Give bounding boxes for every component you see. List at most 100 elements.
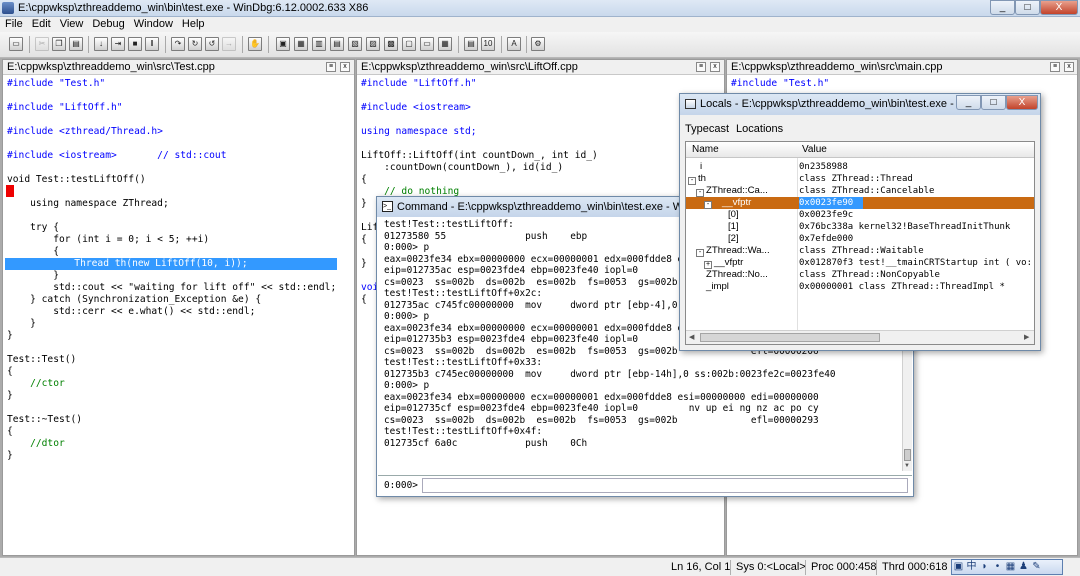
- locals-maximize-button[interactable]: □: [981, 95, 1006, 110]
- locals-close-button[interactable]: X: [1006, 95, 1038, 110]
- collapse-icon[interactable]: -: [688, 177, 696, 185]
- table-row-selected[interactable]: - __vfptr 0x0023fe90: [686, 197, 1034, 209]
- run-to-cursor-icon[interactable]: →: [222, 37, 236, 51]
- ime-chinese-icon[interactable]: 中: [965, 560, 978, 574]
- font-icon[interactable]: A: [507, 37, 521, 51]
- table-row[interactable]: ZThread::No... class ZThread::NonCopyable: [686, 269, 1034, 281]
- open-folder-icon[interactable]: ▭: [9, 37, 23, 51]
- menu-file[interactable]: File: [0, 17, 27, 30]
- table-row[interactable]: - th class ZThread::Thread: [686, 173, 1034, 185]
- ime-user-icon[interactable]: ♟: [1017, 560, 1030, 574]
- collapse-icon[interactable]: -: [704, 201, 712, 209]
- copy-icon[interactable]: ❐: [52, 37, 66, 51]
- table-row[interactable]: [2] 0x7efde000: [686, 233, 1034, 245]
- table-row[interactable]: - ZThread::Ca... class ZThread::Cancelable: [686, 185, 1034, 197]
- step-out-icon[interactable]: ↺: [205, 37, 219, 51]
- table-row[interactable]: [1] 0x76bc338a kernel32!BaseThreadInitThu…: [686, 221, 1034, 233]
- status-sys: Sys 0:<Local>: [736, 561, 806, 573]
- status-bar: Ln 16, Col 1 Sys 0:<Local> Proc 000:458 …: [0, 557, 1080, 576]
- command-prompt-bar: 0:000>: [378, 475, 912, 495]
- stop-debugging-icon[interactable]: ■: [128, 37, 142, 51]
- locals-horizontal-scrollbar[interactable]: ◀ ▶: [686, 330, 1034, 344]
- menu-debug[interactable]: Debug: [87, 17, 128, 30]
- collapse-icon[interactable]: -: [696, 249, 704, 257]
- toolbar: ▭ ✂ ❐ ▤ ↓ ⇥ ■ ‖ ↷ ↻ ↺ → ✋ ▣ ▦ ▥ ▤ ▧ ▨ ▩ …: [0, 32, 1080, 58]
- hex-mode-icon[interactable]: 10: [481, 37, 495, 51]
- pane-header: E:\cppwksp\zthreaddemo_win\src\Test.cpp …: [3, 60, 354, 75]
- pane-menu-icon[interactable]: ≡: [326, 62, 336, 72]
- table-row[interactable]: + __vfptr 0x012870f3 test!__tmainCRTStartu…: [686, 257, 1034, 269]
- cut-icon[interactable]: ✂: [35, 37, 49, 51]
- disassembly-icon[interactable]: ▩: [384, 37, 398, 51]
- name-column-header[interactable]: Name: [692, 144, 719, 155]
- table-row[interactable]: - ZThread::Wa... class ZThread::Waitable: [686, 245, 1034, 257]
- highlighted-line[interactable]: Thread th(new LiftOff(10, i));: [5, 258, 337, 270]
- locals-window-icon[interactable]: ▥: [312, 37, 326, 51]
- command-prompt-icon: >_: [382, 201, 393, 212]
- status-proc: Proc 000:458: [811, 561, 877, 573]
- output-line: test!Test::testLiftOff+0x33:: [384, 357, 543, 368]
- ime-toolbar[interactable]: ▣ 中 ◗ • ▦ ♟ ✎: [951, 559, 1063, 575]
- close-button[interactable]: X: [1040, 0, 1078, 15]
- step-over-icon[interactable]: ↻: [188, 37, 202, 51]
- ime-mode-icon[interactable]: ▣: [952, 560, 965, 574]
- pane-menu-icon[interactable]: ≡: [696, 62, 706, 72]
- pane-header: E:\cppwksp\zthreaddemo_win\src\main.cpp …: [727, 60, 1077, 75]
- restart-icon[interactable]: ⇥: [111, 37, 125, 51]
- locations-menu[interactable]: Locations: [736, 123, 783, 135]
- pane-menu-icon[interactable]: ≡: [1050, 62, 1060, 72]
- call-stack-icon[interactable]: ▨: [366, 37, 380, 51]
- collapse-icon[interactable]: -: [696, 189, 704, 197]
- locals-window-title: Locals - E:\cppwksp\zthreaddemo_win\bin\…: [700, 98, 966, 110]
- table-row[interactable]: _impl 0x00000001 class ZThread::ThreadImp…: [686, 281, 1034, 293]
- command-input[interactable]: [422, 478, 908, 493]
- watch-window-icon[interactable]: ▦: [294, 37, 308, 51]
- pane-title: E:\cppwksp\zthreaddemo_win\src\Test.cpp: [7, 61, 215, 73]
- break-icon[interactable]: ‖: [145, 37, 159, 51]
- table-row[interactable]: i 0n2358988: [686, 161, 1034, 173]
- command-window-icon[interactable]: ▣: [276, 37, 290, 51]
- menu-edit[interactable]: Edit: [27, 17, 55, 30]
- output-line: 012735b3 c745ec00000000 mov dword ptr [e…: [384, 368, 836, 380]
- typecast-menu[interactable]: Typecast: [685, 123, 729, 135]
- locals-minimize-button[interactable]: _: [956, 95, 981, 110]
- processes-threads-icon[interactable]: ▭: [420, 37, 434, 51]
- locals-table[interactable]: Name Value i 0n2358988 - th class ZThread::…: [685, 141, 1035, 345]
- value-column-header[interactable]: Value: [802, 144, 827, 155]
- paste-icon[interactable]: ▤: [69, 37, 83, 51]
- ime-dot-icon[interactable]: •: [991, 560, 1004, 574]
- minimize-button[interactable]: _: [990, 0, 1015, 15]
- ime-tool-icon[interactable]: ✎: [1030, 560, 1043, 574]
- options-dialog-icon[interactable]: ⚙: [531, 37, 545, 51]
- output-line: eax=0023fe34 ebx=00000000 ecx=00000001 e…: [384, 391, 819, 403]
- pane-close-icon[interactable]: x: [1064, 62, 1074, 72]
- hand-icon[interactable]: ✋: [248, 37, 262, 51]
- pane-title: E:\cppwksp\zthreaddemo_win\src\main.cpp: [731, 61, 943, 73]
- pane-close-icon[interactable]: x: [710, 62, 720, 72]
- pane-close-icon[interactable]: x: [340, 62, 350, 72]
- memory-window-icon[interactable]: ▧: [348, 37, 362, 51]
- locals-menu: Typecast Locations: [685, 123, 790, 135]
- ime-moon-icon[interactable]: ◗: [978, 560, 991, 574]
- source-mode-icon[interactable]: ▤: [464, 37, 478, 51]
- menu-window[interactable]: Window: [129, 17, 177, 30]
- status-ln-col: Ln 16, Col 1: [671, 561, 731, 573]
- output-line: eip=012735cf esp=0023fde4 ebp=0023fe40 i…: [384, 403, 819, 414]
- expand-icon[interactable]: +: [704, 261, 712, 269]
- step-into-icon[interactable]: ↷: [171, 37, 185, 51]
- ime-keyboard-icon[interactable]: ▦: [1004, 560, 1017, 574]
- registers-window-icon[interactable]: ▤: [330, 37, 344, 51]
- table-row[interactable]: [0] 0x0023fe9c: [686, 209, 1034, 221]
- windbg-app-icon: [2, 2, 14, 14]
- command-window-title: Command - E:\cppwksp\zthreaddemo_win\bin…: [397, 201, 692, 213]
- pane-title: E:\cppwksp\zthreaddemo_win\src\LiftOff.c…: [361, 61, 578, 73]
- menu-help[interactable]: Help: [177, 17, 209, 30]
- locals-window-title-bar: Locals - E:\cppwksp\zthreaddemo_win\bin\…: [680, 94, 1040, 115]
- menu-view[interactable]: View: [55, 17, 88, 30]
- options-icon[interactable]: ▦: [438, 37, 452, 51]
- maximize-button[interactable]: □: [1015, 0, 1040, 15]
- locals-window-icon: [685, 99, 696, 109]
- go-icon[interactable]: ↓: [94, 37, 108, 51]
- scratch-pad-icon[interactable]: ▢: [402, 37, 416, 51]
- locals-table-header: Name Value: [686, 142, 1034, 158]
